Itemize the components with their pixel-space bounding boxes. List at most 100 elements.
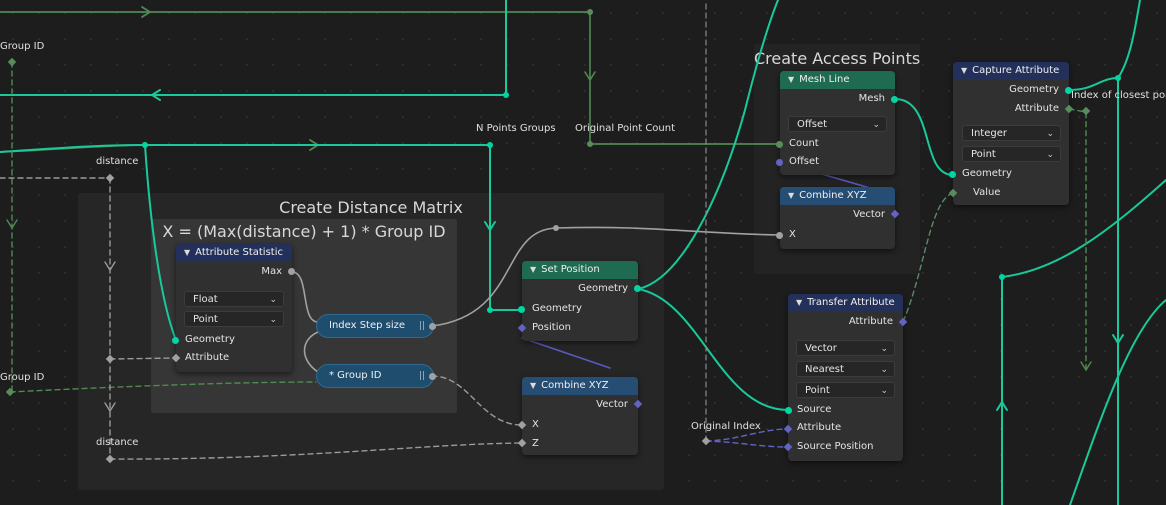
- node-header[interactable]: ▼ Attribute Statistic: [176, 244, 292, 262]
- node-set-position[interactable]: ▼ Set Position Geometry Geometry Position: [522, 261, 638, 341]
- data-type-dropdown[interactable]: Integer ⌄: [962, 125, 1061, 141]
- node-capture-attribute[interactable]: ▼ Capture Attribute Geometry Attribute In…: [953, 62, 1069, 205]
- chevron-down-icon[interactable]: ▼: [961, 62, 967, 80]
- reroute-distance-top[interactable]: [105, 173, 115, 183]
- output-vector-label: Vector: [853, 209, 885, 220]
- link-geo-in: [0, 144, 146, 153]
- socket-geometry-in[interactable]: [172, 337, 179, 344]
- output-geometry-label: Geometry: [1009, 84, 1059, 95]
- mode-dropdown[interactable]: Offset ⌄: [788, 116, 887, 132]
- pill-end-glyph: ||: [418, 371, 425, 381]
- reroute-label: distance: [96, 156, 139, 167]
- input-position-label: Position: [532, 322, 571, 333]
- reroute-right[interactable]: [999, 274, 1005, 280]
- input-x-label: X: [789, 229, 796, 240]
- reroute-geometry-split[interactable]: [142, 142, 148, 148]
- chevron-down-icon[interactable]: ▼: [788, 71, 794, 89]
- dropdown-value: Point: [193, 314, 218, 325]
- reroute-setpos-in[interactable]: [487, 307, 493, 313]
- data-type-dropdown[interactable]: Float ⌄: [184, 291, 284, 307]
- domain-dropdown[interactable]: Point ⌄: [796, 382, 895, 398]
- node-header[interactable]: ▼ Mesh Line: [780, 71, 895, 89]
- link-right-bottom: [1069, 299, 1166, 505]
- node-combine-xyz[interactable]: ▼ Combine XYZ Vector X Z: [522, 377, 638, 455]
- reroute-group-id-bottom[interactable]: [5, 387, 15, 397]
- reroute-original-index[interactable]: [701, 436, 711, 446]
- node-index-step-size[interactable]: Index Step size ||: [316, 314, 434, 338]
- chevron-down-icon[interactable]: ▼: [788, 187, 794, 205]
- reroute-capture-out[interactable]: [1115, 75, 1121, 81]
- input-attribute-label: Attribute: [185, 352, 230, 363]
- input-z-label: Z: [532, 438, 539, 449]
- socket-step-out[interactable]: [429, 323, 436, 330]
- node-header[interactable]: ▼ Set Position: [522, 261, 638, 279]
- input-value-label: Value: [973, 187, 1001, 198]
- socket-x-in[interactable]: [776, 232, 783, 239]
- node-title: * Group ID: [329, 370, 382, 381]
- reroute-index-closest[interactable]: [1081, 106, 1091, 116]
- chevron-down-icon: ⌄: [1046, 129, 1054, 139]
- node-header[interactable]: ▼ Capture Attribute: [953, 62, 1069, 80]
- link-count-arrow: [584, 71, 596, 82]
- node-header[interactable]: ▼ Combine XYZ: [780, 187, 895, 205]
- output-attribute-label: Attribute: [848, 316, 893, 327]
- reroute-original-point-count[interactable]: [587, 141, 593, 147]
- reroute-label: distance: [96, 437, 139, 448]
- dropdown-value: Integer: [971, 128, 1007, 139]
- node-title: Mesh Line: [799, 74, 850, 85]
- node-combine-xyz[interactable]: ▼ Combine XYZ Vector X: [780, 187, 895, 249]
- socket-geometry-out[interactable]: [1065, 87, 1072, 94]
- output-mesh-label: Mesh: [858, 93, 885, 104]
- chevron-down-icon[interactable]: ▼: [796, 294, 802, 312]
- input-source-position-label: Source Position: [797, 441, 874, 452]
- data-type-dropdown[interactable]: Vector ⌄: [796, 340, 895, 356]
- node-title: Index Step size: [329, 320, 406, 331]
- socket-count-in[interactable]: [776, 141, 783, 148]
- socket-mult-out[interactable]: [429, 373, 436, 380]
- chevron-down-icon: ⌄: [872, 120, 880, 130]
- node-title: Combine XYZ: [541, 380, 609, 391]
- domain-dropdown[interactable]: Point ⌄: [962, 146, 1061, 162]
- dropdown-value: Nearest: [805, 364, 844, 375]
- dropdown-value: Point: [805, 385, 830, 396]
- node-title: Transfer Attribute: [807, 297, 895, 308]
- node-attribute-statistic[interactable]: ▼ Attribute Statistic Max Float ⌄ Point ⌄ G…: [176, 244, 292, 372]
- reroute-n-points-groups[interactable]: [487, 142, 493, 148]
- socket-geometry-in[interactable]: [518, 306, 525, 313]
- input-geometry-label: Geometry: [532, 303, 582, 314]
- node-group-id-multiply[interactable]: * Group ID ||: [316, 364, 434, 388]
- socket-geometry-in[interactable]: [949, 171, 956, 178]
- dropdown-value: Vector: [805, 343, 837, 354]
- node-title: Attribute Statistic: [195, 247, 283, 258]
- chevron-down-icon[interactable]: ▼: [530, 377, 536, 395]
- node-header[interactable]: ▼ Combine XYZ: [522, 377, 638, 395]
- frame-title: Create Distance Matrix: [279, 198, 463, 217]
- input-geometry-label: Geometry: [185, 334, 235, 345]
- socket-max-out[interactable]: [288, 268, 295, 275]
- reroute-geometry-back[interactable]: [503, 92, 509, 98]
- node-header[interactable]: ▼ Transfer Attribute: [788, 294, 903, 312]
- reroute-top[interactable]: [587, 9, 593, 15]
- domain-dropdown[interactable]: Point ⌄: [184, 311, 284, 327]
- node-title: Set Position: [541, 264, 600, 275]
- reroute-label: Group ID: [0, 41, 45, 52]
- chevron-down-icon: ⌄: [880, 386, 888, 396]
- socket-geometry-out[interactable]: [634, 285, 641, 292]
- dropdown-value: Point: [971, 149, 996, 160]
- socket-source-in[interactable]: [785, 407, 792, 414]
- chevron-down-icon: ⌄: [880, 365, 888, 375]
- reroute-group-id-top[interactable]: [7, 57, 17, 67]
- socket-mesh-out[interactable]: [891, 96, 898, 103]
- pill-end-glyph: ||: [418, 321, 425, 331]
- node-transfer-attribute[interactable]: ▼ Transfer Attribute Attribute Vector ⌄ Ne…: [788, 294, 903, 461]
- reroute-step[interactable]: [553, 225, 559, 231]
- frame-title: X = (Max(distance) + 1) * Group ID: [162, 222, 446, 241]
- link-origindex-to-srcpos: [705, 440, 789, 448]
- chevron-down-icon[interactable]: ▼: [530, 261, 536, 279]
- chevron-down-icon[interactable]: ▼: [184, 244, 190, 262]
- link-right-curve-arrow: [996, 400, 1008, 411]
- socket-offset-in[interactable]: [776, 159, 783, 166]
- frame-title: Create Access Points: [754, 49, 921, 68]
- mapping-dropdown[interactable]: Nearest ⌄: [796, 361, 895, 377]
- node-mesh-line[interactable]: ▼ Mesh Line Mesh Offset ⌄ Count Offset: [780, 71, 895, 175]
